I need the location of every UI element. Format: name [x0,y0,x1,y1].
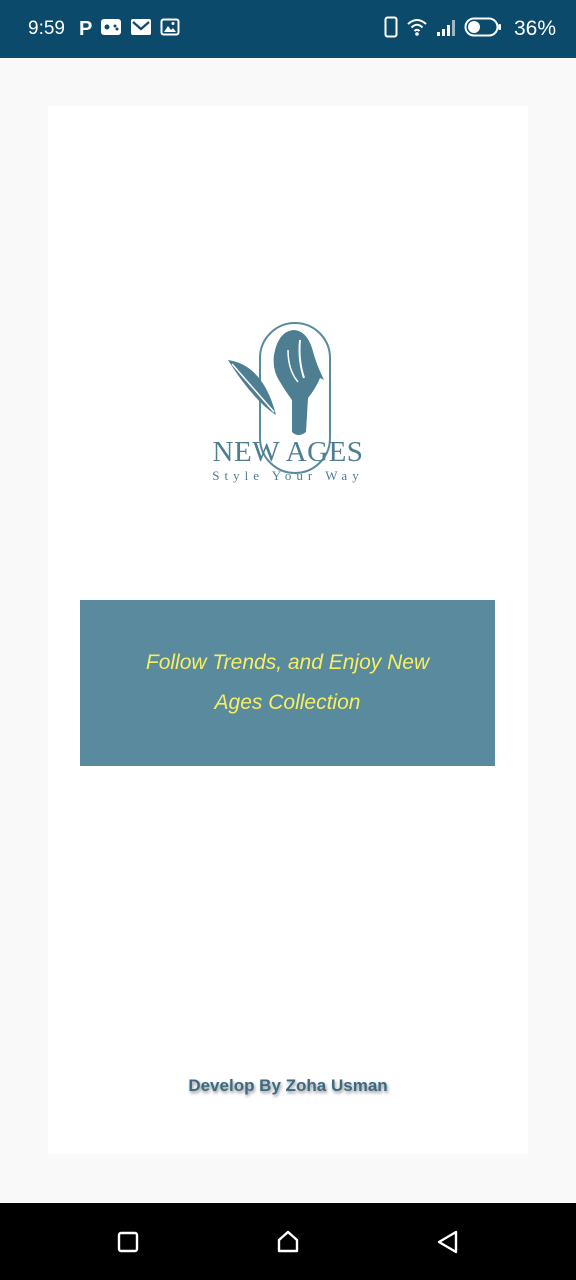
back-icon[interactable] [435,1229,461,1255]
image-icon [160,18,180,41]
navigation-bar [0,1203,576,1280]
status-right: 36% [384,16,556,43]
brand-tagline: Style Your Way [212,468,364,483]
promo-text: Follow Trends, and Enjoy New Ages Collec… [145,651,430,714]
developer-credit: Develop By Zoha Usman [188,1076,388,1095]
promo-banner: Follow Trends, and Enjoy New Ages Collec… [80,600,495,766]
home-icon[interactable] [275,1229,301,1255]
signal-icon [436,17,456,42]
parking-app-icon: P [78,17,93,40]
status-left: 9:59 P [28,18,180,41]
wifi-icon [406,17,428,42]
recents-icon[interactable] [115,1229,141,1255]
status-bar: 9:59 P 36% [0,0,576,58]
splash-card: NEW AGES Style Your Way Follow Trends, a… [48,106,528,1154]
brand-name: NEW AGES [212,436,364,468]
game-icon [100,18,122,41]
battery-percent: 36% [513,17,556,40]
mail-icon [130,18,152,41]
battery-icon [464,16,502,43]
phone-icon [384,16,398,43]
status-time: 9:59 [28,18,65,39]
